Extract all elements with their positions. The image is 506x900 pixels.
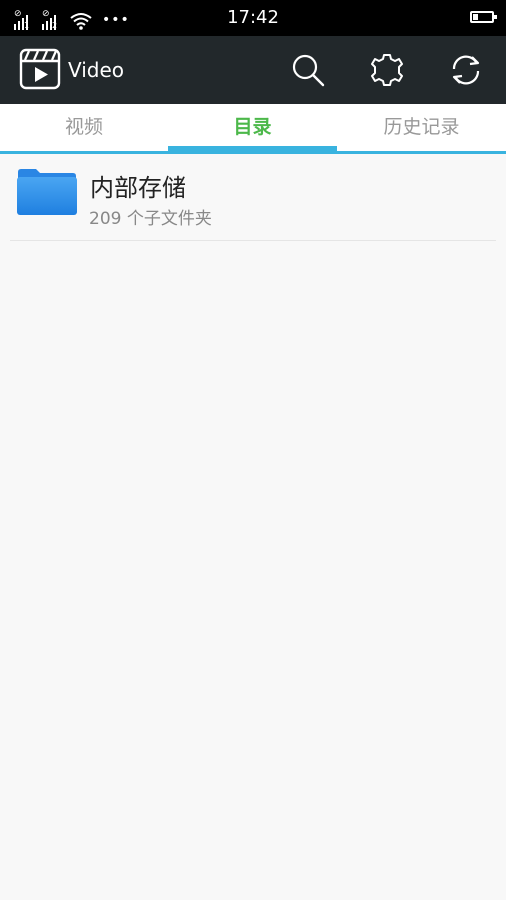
status-time: 17:42 bbox=[227, 7, 279, 28]
tab-directory-label: 目录 bbox=[233, 116, 272, 138]
tab-history[interactable]: 历史记录 bbox=[337, 104, 506, 151]
video-clapperboard-logo-icon bbox=[19, 48, 61, 90]
app-bar: Video bbox=[0, 36, 506, 104]
subfolder-count: 209 个子文件夹 bbox=[89, 209, 212, 229]
refresh-icon[interactable] bbox=[448, 52, 484, 88]
search-icon[interactable] bbox=[290, 52, 326, 88]
tab-directory[interactable]: 目录 bbox=[168, 104, 337, 151]
settings-gear-icon[interactable] bbox=[369, 52, 405, 88]
list-item-internal-storage[interactable]: 内部存储 209 个子文件夹 bbox=[10, 154, 496, 241]
folder-icon bbox=[17, 169, 77, 215]
folder-name: 内部存储 bbox=[90, 174, 186, 202]
battery-icon bbox=[470, 11, 497, 23]
tab-bar: 视频 目录 历史记录 bbox=[0, 104, 506, 154]
status-bar: ⊘ 1 ⊘ 2 ••• 17:42 bbox=[0, 0, 506, 36]
tab-videos[interactable]: 视频 bbox=[0, 104, 168, 151]
selected-tab-indicator bbox=[168, 146, 337, 151]
app-title: Video bbox=[68, 58, 125, 82]
